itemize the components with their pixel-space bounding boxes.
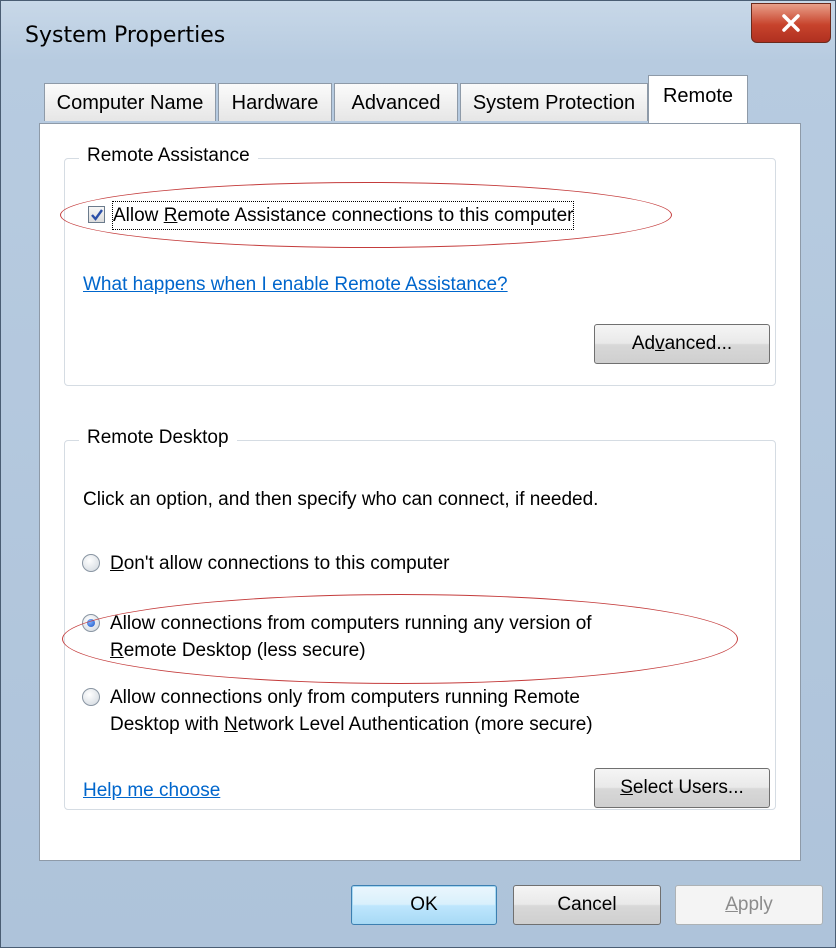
close-icon [780, 14, 802, 32]
option-dont-allow-label: Don't allow connections to this computer [110, 553, 450, 574]
remote-tab-panel: Remote Assistance Allow Remote Assistanc… [39, 123, 801, 861]
tab-hardware[interactable]: Hardware [218, 83, 332, 121]
system-properties-window: System Properties Computer Name Hardware… [0, 0, 836, 948]
apply-button[interactable]: Apply [675, 885, 823, 925]
tab-computer-name[interactable]: Computer Name [44, 83, 216, 121]
ok-button[interactable]: OK [351, 885, 497, 925]
option-dont-allow[interactable]: Don't allow connections to this computer [82, 550, 449, 577]
option-allow-any-version-label: Allow connections from computers running… [110, 613, 592, 661]
advanced-button[interactable]: Ad v anced... [594, 324, 770, 364]
remote-assistance-checkbox-row[interactable]: Allow Remote Assistance connections to t… [88, 201, 575, 230]
radio-allow-nla[interactable] [82, 688, 100, 706]
radio-dont-allow[interactable] [82, 554, 100, 572]
remote-assistance-checkbox-label: Allow Remote Assistance connections to t… [111, 201, 575, 230]
title-bar[interactable]: System Properties [1, 1, 835, 73]
remote-assistance-checkbox[interactable] [88, 206, 105, 223]
tab-system-protection[interactable]: System Protection [460, 83, 648, 121]
radio-allow-any-version[interactable] [82, 614, 100, 632]
option-allow-nla[interactable]: Allow connections only from computers ru… [82, 684, 593, 738]
select-users-button[interactable]: Select Users... [594, 768, 770, 808]
remote-assistance-help-link[interactable]: What happens when I enable Remote Assist… [83, 274, 508, 296]
help-me-choose-link[interactable]: Help me choose [83, 780, 220, 802]
remote-assistance-title: Remote Assistance [79, 145, 258, 167]
tab-remote[interactable]: Remote [648, 75, 748, 123]
option-allow-any-version[interactable]: Allow connections from computers running… [82, 610, 592, 664]
close-button[interactable] [751, 3, 831, 43]
remote-desktop-instruction: Click an option, and then specify who ca… [83, 489, 599, 510]
tab-advanced[interactable]: Advanced [334, 83, 458, 121]
remote-desktop-title: Remote Desktop [79, 427, 237, 449]
option-allow-nla-label: Allow connections only from computers ru… [110, 687, 593, 735]
cancel-button[interactable]: Cancel [513, 885, 661, 925]
window-title: System Properties [25, 23, 226, 48]
checkmark-icon [91, 209, 103, 221]
